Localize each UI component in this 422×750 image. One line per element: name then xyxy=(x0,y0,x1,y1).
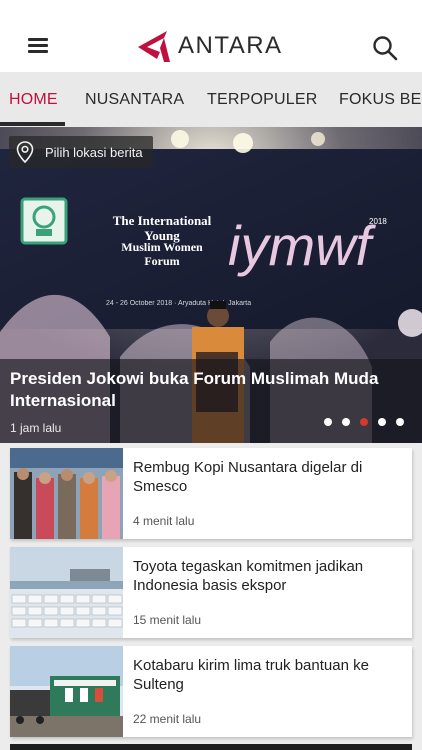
news-list-item[interactable]: Kotabaru kirim lima truk bantuan ke Sult… xyxy=(10,646,412,737)
slider-dot[interactable] xyxy=(378,418,386,426)
news-title: Rembug Kopi Nusantara digelar di Smesco xyxy=(133,459,363,495)
news-time: 15 menit lalu xyxy=(133,613,202,627)
location-pin-icon xyxy=(16,141,34,164)
news-title: Kotabaru kirim lima truk bantuan ke Sult… xyxy=(133,657,369,693)
search-icon[interactable] xyxy=(372,35,398,61)
location-picker-button[interactable]: Pilih lokasi berita xyxy=(9,136,153,168)
tab-home[interactable]: HOME xyxy=(9,72,58,127)
news-list-item[interactable]: Rembug Kopi Nusantara digelar di Smesco … xyxy=(10,448,412,539)
slider-dot[interactable] xyxy=(396,418,404,426)
location-picker-label: Pilih lokasi berita xyxy=(45,144,143,160)
hamburger-menu-icon[interactable] xyxy=(28,38,48,54)
antara-logo-mark-icon xyxy=(138,31,170,62)
slider-pagination xyxy=(324,418,414,426)
news-time: 4 menit lalu xyxy=(133,514,195,528)
svg-text:2018: 2018 xyxy=(369,217,387,226)
app-header: ANTARA xyxy=(0,0,422,72)
tab-terpopuler[interactable]: TERPOPULER xyxy=(207,72,317,127)
svg-text:iymwf: iymwf xyxy=(228,214,377,277)
slider-dot[interactable] xyxy=(324,418,332,426)
logo-text: ANTARA xyxy=(178,32,283,59)
svg-text:Forum: Forum xyxy=(144,254,179,268)
news-time: 22 menit lalu xyxy=(133,712,202,726)
svg-text:Muslim Women: Muslim Women xyxy=(121,240,203,254)
next-news-item-peek[interactable] xyxy=(10,744,412,750)
svg-text:The International: The International xyxy=(113,213,212,228)
news-thumbnail xyxy=(10,448,123,539)
headline-time: 1 jam lalu xyxy=(10,421,62,435)
news-list-item[interactable]: Toyota tegaskan komitmen jadikan Indones… xyxy=(10,547,412,638)
antara-logo[interactable]: ANTARA xyxy=(134,26,283,66)
tab-nusantara[interactable]: NUSANTARA xyxy=(85,72,184,127)
active-tab-indicator xyxy=(0,122,65,126)
slider-dot[interactable] xyxy=(342,418,350,426)
headline-title[interactable]: Presiden Jokowi buka Forum Muslimah Muda… xyxy=(10,368,410,412)
news-thumbnail xyxy=(10,646,123,737)
slider-dot-active[interactable] xyxy=(360,418,368,426)
tab-fokus-berita[interactable]: FOKUS BERITA xyxy=(339,72,422,127)
svg-text:24 - 26 October 2018 · Aryadut: 24 - 26 October 2018 · Aryaduta Hotel, J… xyxy=(106,300,251,307)
category-tabs: HOME NUSANTARA TERPOPULER FOKUS BERITA xyxy=(0,72,422,127)
news-title: Toyota tegaskan komitmen jadikan Indones… xyxy=(133,558,364,594)
news-thumbnail xyxy=(10,547,123,638)
